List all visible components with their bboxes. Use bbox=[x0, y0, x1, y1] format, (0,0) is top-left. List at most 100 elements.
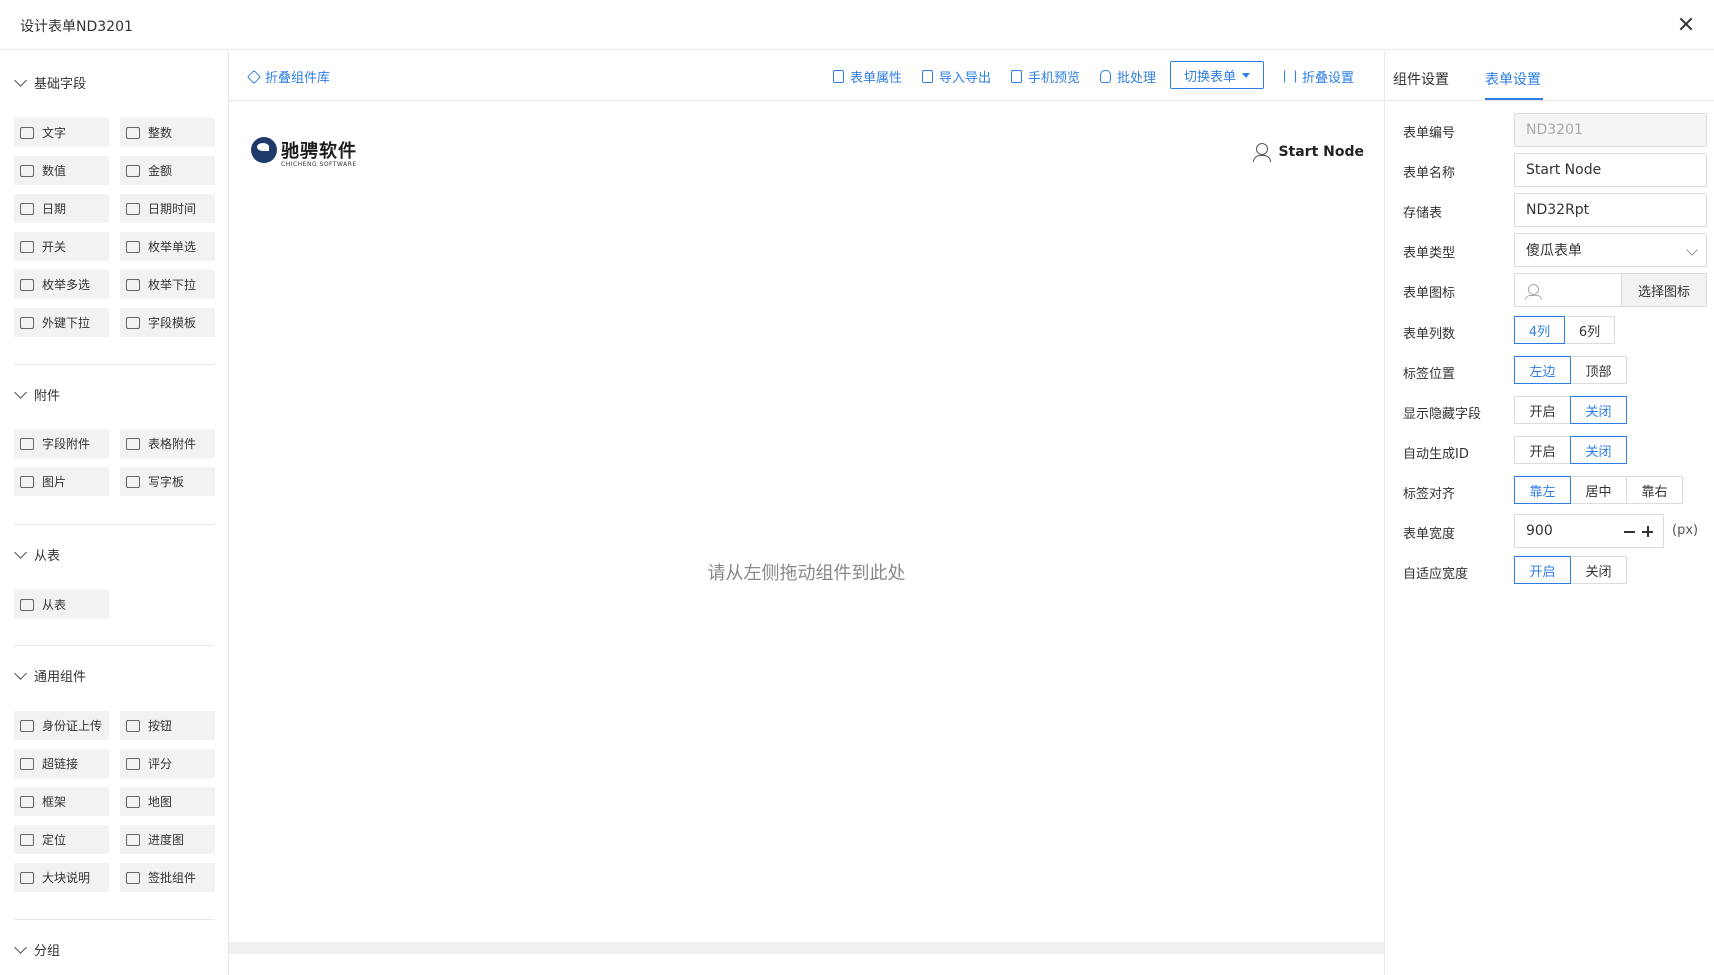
component-label: 写字板 bbox=[148, 475, 185, 489]
component-item[interactable]: 外键下拉 bbox=[14, 308, 109, 337]
label-pos-label: 标签位置 bbox=[1403, 367, 1456, 382]
collapse-settings-button[interactable]: 折叠设置 bbox=[1284, 67, 1354, 86]
component-item[interactable]: 文字 bbox=[14, 118, 109, 147]
segment-option[interactable]: 靠左 bbox=[1514, 476, 1571, 504]
component-item[interactable]: 超链接 bbox=[14, 749, 109, 778]
divider bbox=[14, 524, 214, 525]
divider bbox=[14, 645, 214, 646]
drop-placeholder: 请从左侧拖动组件到此处 bbox=[707, 563, 906, 584]
component-item[interactable]: 按钮 bbox=[120, 711, 215, 740]
import-export-button[interactable]: 导入导出 bbox=[922, 67, 991, 86]
subtable-icon bbox=[20, 598, 34, 611]
storage-table-input[interactable]: ND32Rpt bbox=[1514, 193, 1707, 227]
segment-option[interactable]: 居中 bbox=[1570, 476, 1627, 504]
form-width-label: 表单宽度 bbox=[1403, 527, 1456, 542]
component-label: 框架 bbox=[42, 795, 67, 809]
component-item[interactable]: 框架 bbox=[14, 787, 109, 816]
form-canvas[interactable]: 驰骋软件 CHICHENG SOFTWARE Start Node 请从左侧拖动… bbox=[229, 102, 1384, 924]
tab-form-settings[interactable]: 表单设置 bbox=[1485, 69, 1541, 89]
tab-component-settings[interactable]: 组件设置 bbox=[1393, 69, 1449, 89]
component-item[interactable]: 数值 bbox=[14, 156, 109, 185]
component-label: 大块说明 bbox=[42, 871, 91, 885]
component-label: 定位 bbox=[42, 833, 67, 847]
component-item[interactable]: 枚举下拉 bbox=[120, 270, 215, 299]
segment-option[interactable]: 关闭 bbox=[1570, 396, 1627, 424]
component-item[interactable]: 日期 bbox=[14, 194, 109, 223]
component-item[interactable]: 进度图 bbox=[120, 825, 215, 854]
component-item[interactable]: 大块说明 bbox=[14, 863, 109, 892]
component-label: 金额 bbox=[148, 164, 173, 178]
collapse-library-button[interactable]: 折叠组件库 bbox=[246, 67, 331, 86]
segment-option[interactable]: 顶部 bbox=[1570, 356, 1627, 384]
form-type-value: 傻瓜表单 bbox=[1526, 243, 1582, 259]
plus-icon[interactable] bbox=[1642, 526, 1653, 537]
form-no-label: 表单编号 bbox=[1403, 126, 1456, 141]
component-item[interactable]: 金额 bbox=[120, 156, 215, 185]
form-icon-label: 表单图标 bbox=[1403, 286, 1456, 301]
group-header[interactable]: 从表 bbox=[14, 545, 60, 564]
component-item[interactable]: 枚举单选 bbox=[120, 232, 215, 261]
component-label: 日期时间 bbox=[148, 202, 197, 216]
mobile-icon bbox=[1011, 70, 1022, 83]
form-type-select[interactable]: 傻瓜表单 bbox=[1514, 233, 1707, 267]
caret-down-icon bbox=[1242, 72, 1250, 78]
component-item[interactable]: 地图 bbox=[120, 787, 215, 816]
component-item[interactable]: 评分 bbox=[120, 749, 215, 778]
company-logo: 驰骋软件 CHICHENG SOFTWARE bbox=[251, 137, 357, 168]
component-item[interactable]: 定位 bbox=[14, 825, 109, 854]
group-header[interactable]: 分组 bbox=[14, 940, 60, 959]
form-name-input[interactable]: Start Node bbox=[1514, 153, 1707, 187]
adaptive-width-label: 自适应宽度 bbox=[1403, 567, 1469, 582]
title-bar: 设计表单ND3201 bbox=[0, 0, 1714, 50]
component-library: 基础字段文字 整数 数值 金额日期 日期时间开关 枚举单选枚举多选 枚举下拉 外键下拉 字段模板… bbox=[0, 51, 229, 975]
group-header[interactable]: 基础字段 bbox=[14, 73, 86, 92]
choose-icon-button[interactable]: 选择图标 bbox=[1621, 274, 1706, 306]
multi-select-icon bbox=[20, 278, 34, 291]
component-item[interactable]: 日期时间 bbox=[120, 194, 215, 223]
mobile-preview-label: 手机预览 bbox=[1028, 71, 1081, 86]
minus-icon[interactable] bbox=[1624, 531, 1635, 533]
component-label: 日期 bbox=[42, 202, 67, 216]
component-item[interactable]: 字段附件 bbox=[14, 429, 109, 458]
hand-icon bbox=[1100, 70, 1111, 83]
label-align-toggle: 靠左 居中 靠右 bbox=[1514, 476, 1683, 504]
component-item[interactable]: 从表 bbox=[14, 590, 109, 619]
segment-option[interactable]: 关闭 bbox=[1570, 436, 1627, 464]
component-label: 枚举单选 bbox=[148, 240, 197, 254]
logo-mark-icon bbox=[251, 137, 277, 163]
logo-text: 驰骋软件 bbox=[281, 141, 357, 162]
component-item[interactable]: 字段模板 bbox=[120, 308, 215, 337]
chevron-down-icon bbox=[14, 941, 27, 954]
component-item[interactable]: 身份证上传 bbox=[14, 711, 109, 740]
segment-option[interactable]: 关闭 bbox=[1570, 556, 1627, 584]
component-item[interactable]: 表格附件 bbox=[120, 429, 215, 458]
batch-button[interactable]: 批处理 bbox=[1100, 67, 1156, 86]
group-header[interactable]: 附件 bbox=[14, 385, 60, 404]
progress-icon bbox=[126, 833, 140, 846]
segment-option[interactable]: 左边 bbox=[1514, 356, 1571, 384]
switch-form-dropdown[interactable]: 切换表单 bbox=[1170, 61, 1264, 89]
component-item[interactable]: 签批组件 bbox=[120, 863, 215, 892]
form-properties-button[interactable]: 表单属性 bbox=[833, 67, 902, 86]
close-icon[interactable] bbox=[1674, 12, 1698, 36]
chevron-down-icon bbox=[14, 74, 27, 87]
component-item[interactable]: 枚举多选 bbox=[14, 270, 109, 299]
import-export-icon bbox=[922, 70, 933, 83]
segment-option[interactable]: 开启 bbox=[1514, 556, 1571, 584]
segment-option[interactable]: 靠右 bbox=[1626, 476, 1683, 504]
component-item[interactable]: 写字板 bbox=[120, 467, 215, 496]
button-icon bbox=[126, 719, 140, 732]
collapse-library-label: 折叠组件库 bbox=[265, 71, 331, 86]
segment-option[interactable]: 开启 bbox=[1514, 396, 1571, 424]
component-item[interactable]: 开关 bbox=[14, 232, 109, 261]
foreign-key-icon bbox=[20, 316, 34, 329]
component-item[interactable]: 整数 bbox=[120, 118, 215, 147]
form-width-stepper[interactable]: 900 bbox=[1514, 514, 1664, 548]
mobile-preview-button[interactable]: 手机预览 bbox=[1011, 67, 1080, 86]
segment-option[interactable]: 4列 bbox=[1514, 316, 1565, 344]
group-header[interactable]: 通用组件 bbox=[14, 666, 86, 685]
horizontal-scrollbar[interactable] bbox=[229, 942, 1384, 954]
segment-option[interactable]: 开启 bbox=[1514, 436, 1571, 464]
component-item[interactable]: 图片 bbox=[14, 467, 109, 496]
segment-option[interactable]: 6列 bbox=[1564, 316, 1615, 344]
